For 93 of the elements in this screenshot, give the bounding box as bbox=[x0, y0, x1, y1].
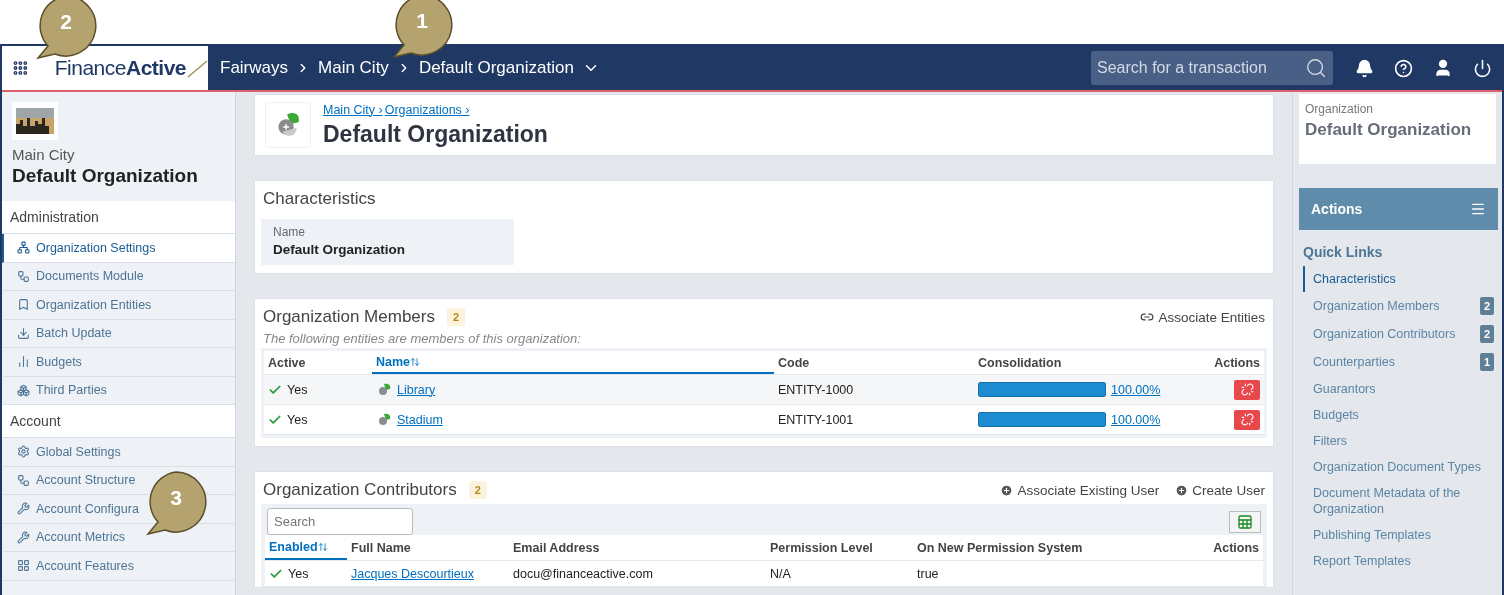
card-title: Organization Members bbox=[263, 307, 435, 327]
quick-link[interactable]: Counterparties 1 bbox=[1303, 348, 1502, 376]
unlink-icon bbox=[1240, 413, 1254, 426]
table-cell-text: ENTITY-1001 bbox=[777, 412, 855, 427]
breadcrumb-link[interactable]: Main City bbox=[318, 58, 389, 78]
card-value: Default Organization bbox=[1305, 120, 1473, 140]
column-header: Code bbox=[777, 354, 811, 372]
sidebar-item[interactable]: Documents Module bbox=[17, 269, 144, 284]
quick-link[interactable]: Organization Document Types bbox=[1303, 454, 1502, 480]
breadcrumb-link[interactable]: Main City › bbox=[323, 102, 383, 117]
callout-number: 2 bbox=[59, 10, 73, 34]
search-field[interactable]: Search bbox=[267, 508, 413, 535]
quick-links-title: Quick Links bbox=[1302, 243, 1384, 262]
card-title: Organization Contributors bbox=[263, 480, 457, 500]
logo: FinanceActive bbox=[54, 56, 208, 80]
column-header: Full Name bbox=[350, 539, 412, 557]
sidebar-item[interactable]: Organization Entities bbox=[17, 297, 152, 312]
breadcrumb-link[interactable]: Organizations › bbox=[384, 102, 470, 117]
column-header: Actions bbox=[1212, 539, 1260, 557]
entity-logo bbox=[376, 382, 392, 397]
sidebar-item[interactable]: Account Structure bbox=[17, 473, 136, 488]
table-cell: Yes bbox=[288, 566, 309, 581]
column-header: Permission Level bbox=[769, 539, 874, 557]
column-header: Actions bbox=[1213, 354, 1261, 372]
table-cell: Yes bbox=[287, 412, 308, 427]
spreadsheet-icon bbox=[1237, 513, 1253, 530]
entity-link[interactable]: Stadium bbox=[397, 412, 443, 427]
sort-icon[interactable] bbox=[410, 356, 421, 367]
table-cell-text: true bbox=[916, 566, 940, 581]
actions-bar[interactable]: Actions bbox=[1299, 188, 1498, 230]
quick-link[interactable]: Report Templates bbox=[1303, 548, 1502, 574]
quick-link[interactable]: Budgets bbox=[1303, 402, 1502, 428]
field-label: Name bbox=[273, 225, 306, 239]
search-icon[interactable] bbox=[1305, 57, 1327, 79]
count-badge: 2 bbox=[1479, 297, 1494, 315]
quick-link[interactable]: Publishing Templates bbox=[1303, 522, 1502, 548]
quick-link[interactable]: Guarantors bbox=[1303, 376, 1502, 402]
table-cell: Yes bbox=[287, 382, 308, 397]
sidebar-item[interactable]: Account Metrics bbox=[17, 530, 125, 545]
associate-link[interactable]: Associate Entities bbox=[1140, 309, 1265, 325]
section-title: Administration bbox=[2, 201, 235, 234]
action-link[interactable]: Associate Existing User bbox=[1000, 482, 1160, 498]
table-note: The following entities are members of this organization: bbox=[262, 331, 582, 346]
quick-link[interactable]: Organization Members 2 bbox=[1303, 292, 1502, 320]
column-header: Consolidation bbox=[977, 354, 1063, 372]
column-header: Active bbox=[267, 354, 307, 372]
count-badge: 2 bbox=[1479, 325, 1494, 343]
sidebar-item[interactable]: Account Features bbox=[17, 558, 134, 573]
count-badge: 2 bbox=[446, 308, 466, 326]
table-cell-text: N/A bbox=[769, 566, 792, 581]
sidebar-item[interactable]: Global Settings bbox=[17, 444, 121, 459]
count-badge: 1 bbox=[1479, 353, 1494, 371]
unlink-button[interactable] bbox=[1234, 379, 1260, 400]
card-title: Characteristics bbox=[263, 189, 376, 209]
search-field[interactable]: Search for a transaction bbox=[1091, 51, 1333, 85]
percent-link[interactable]: 100.00% bbox=[1111, 382, 1161, 397]
organization-name: Default Organization bbox=[12, 165, 199, 187]
sidebar-item[interactable]: Batch Update bbox=[17, 326, 112, 341]
unlink-icon bbox=[1240, 383, 1254, 396]
callout-number: 1 bbox=[415, 9, 429, 33]
breadcrumb-link[interactable]: Default Organization bbox=[418, 58, 574, 78]
sort-icon[interactable] bbox=[317, 541, 328, 552]
percent-link[interactable]: 100.00% bbox=[1111, 412, 1161, 427]
entity-link[interactable]: Library bbox=[397, 382, 436, 397]
plus-icon bbox=[1000, 483, 1014, 497]
table-cell-text: docu@financeactive.com bbox=[512, 566, 654, 581]
entity-logo bbox=[376, 412, 392, 427]
action-link[interactable]: Create User bbox=[1175, 482, 1265, 498]
organization-logo bbox=[265, 102, 311, 148]
quick-link[interactable]: Document Metadata of the Organization bbox=[1303, 480, 1502, 522]
unlink-button[interactable] bbox=[1234, 409, 1260, 430]
breadcrumb-link[interactable]: Fairways bbox=[220, 58, 288, 78]
column-header: Email Address bbox=[512, 539, 601, 557]
count-badge: 2 bbox=[468, 481, 487, 499]
field-value: Default Organization bbox=[273, 242, 406, 257]
sidebar-item[interactable]: Account Configura bbox=[17, 501, 139, 516]
column-header: On New Permission System bbox=[916, 539, 1084, 557]
sidebar-item[interactable]: Third Parties bbox=[17, 383, 107, 398]
user-link[interactable]: Jacques Descourtieux bbox=[351, 566, 474, 581]
excel-export-button[interactable] bbox=[1229, 510, 1261, 533]
link-icon bbox=[1140, 310, 1155, 324]
plus-icon bbox=[1175, 483, 1189, 497]
quick-link[interactable]: Filters bbox=[1303, 428, 1502, 454]
actions-title: Actions bbox=[1311, 201, 1363, 217]
sidebar-item[interactable]: Budgets bbox=[17, 354, 82, 369]
city-name: Main City bbox=[12, 146, 76, 163]
table-cell-text: ENTITY-1000 bbox=[777, 382, 855, 397]
callout-number: 3 bbox=[169, 486, 183, 510]
quick-link[interactable]: Characteristics bbox=[1303, 266, 1502, 292]
section-title: Account bbox=[2, 405, 235, 438]
quick-link[interactable]: Organization Contributors 2 bbox=[1303, 320, 1502, 348]
page-title: Default Organization bbox=[323, 120, 548, 148]
card-label: Organization bbox=[1305, 102, 1375, 116]
